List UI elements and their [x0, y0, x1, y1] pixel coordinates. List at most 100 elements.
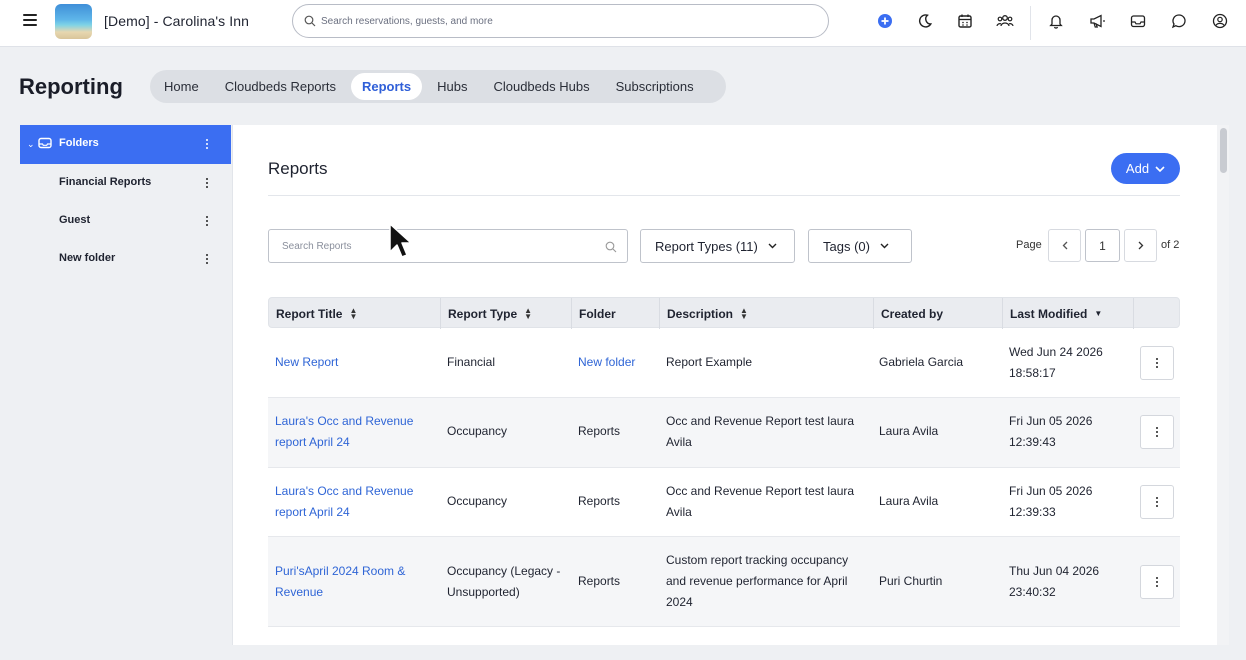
sidebar-item-label: New folder: [59, 252, 116, 264]
report-description: Occ and Revenue Report test laura Avila: [666, 414, 855, 449]
page-title: Reporting: [19, 74, 123, 99]
megaphone-icon[interactable]: [1088, 12, 1106, 30]
report-title-link[interactable]: Laura's Occ and Revenue report April 24: [275, 411, 413, 453]
tab-hubs[interactable]: Hubs: [426, 73, 478, 100]
add-circle-icon[interactable]: [876, 12, 894, 30]
report-title-link[interactable]: Laura's Occ and Revenue report April 24: [275, 481, 413, 523]
global-search[interactable]: [292, 4, 829, 38]
row-actions-button[interactable]: [1140, 485, 1174, 519]
row-actions-button[interactable]: [1140, 346, 1174, 380]
column-header-type[interactable]: Report Type ▲ ▼: [441, 298, 572, 329]
add-button-label: Add: [1125, 161, 1150, 176]
column-header-title[interactable]: Report Title ▲ ▼: [269, 298, 441, 329]
inbox-icon[interactable]: [1129, 12, 1147, 30]
folders-root-label: Folders: [59, 137, 99, 149]
page-number-input[interactable]: 1: [1085, 229, 1120, 262]
report-created-by: Gabriela Garcia: [879, 355, 964, 369]
sort-icon[interactable]: ▲ ▼: [349, 306, 357, 320]
prev-page-button[interactable]: [1048, 229, 1081, 262]
mouse-cursor-icon: [389, 223, 412, 258]
sidebar-item-new-folder[interactable]: New folder: [20, 240, 231, 278]
folder-more-icon[interactable]: [202, 214, 212, 228]
top-bar: [Demo] - Carolina's Inn: [0, 0, 1246, 47]
next-page-button[interactable]: [1124, 229, 1157, 262]
tab-subscriptions[interactable]: Subscriptions: [605, 73, 705, 100]
chat-icon[interactable]: [1170, 12, 1188, 30]
report-created-by: Laura Avila: [879, 424, 939, 438]
report-last-modified: Fri Jun 05 2026 12:39:33: [1009, 484, 1093, 519]
row-actions-button[interactable]: [1140, 565, 1174, 599]
toolbar-divider: [1030, 6, 1031, 40]
tags-dropdown[interactable]: Tags (0): [808, 229, 912, 263]
search-icon: [304, 15, 316, 27]
folders-sidebar: ⌄ Folders Financial Reports Guest New fo…: [20, 125, 231, 645]
chevron-down-icon[interactable]: ⌄: [27, 139, 35, 150]
reports-search-input[interactable]: [282, 239, 602, 253]
moon-icon[interactable]: [916, 12, 934, 30]
report-type: Occupancy (Legacy - Unsupported): [447, 564, 561, 599]
report-description: Occ and Revenue Report test laura Avila: [666, 484, 855, 519]
chevron-left-icon: [1062, 241, 1067, 250]
more-vertical-icon: [1152, 356, 1162, 370]
folder-icon: [38, 137, 52, 149]
table-row: Laura's Occ and Revenue report April 24 O…: [268, 468, 1180, 537]
column-header-folder: Folder: [572, 298, 660, 329]
page-label: Page: [1016, 239, 1042, 251]
table-row: Puri'sApril 2024 Room & Revenue Occupancy…: [268, 537, 1180, 627]
sidebar-item-financial-reports[interactable]: Financial Reports: [20, 164, 231, 202]
global-search-input[interactable]: [321, 13, 811, 29]
search-icon: [605, 241, 617, 253]
users-icon[interactable]: [996, 12, 1014, 30]
chevron-down-icon: [1155, 165, 1165, 172]
tab-home[interactable]: Home: [153, 73, 210, 100]
report-created-by: Puri Churtin: [879, 574, 943, 588]
reporting-tabs: Home Cloudbeds Reports Reports Hubs Clou…: [150, 70, 726, 103]
table-header: Report Title ▲ ▼ Report Type ▲ ▼ Folder De…: [268, 297, 1180, 329]
property-name[interactable]: [Demo] - Carolina's Inn: [104, 13, 249, 29]
calendar-icon[interactable]: [956, 12, 974, 30]
report-folder-link[interactable]: New folder: [578, 352, 635, 373]
bell-icon[interactable]: [1047, 12, 1065, 30]
column-header-last-modified[interactable]: Last Modified ▼: [1003, 298, 1134, 329]
report-types-label: Report Types (11): [655, 238, 758, 254]
folders-more-icon[interactable]: [202, 137, 212, 151]
menu-icon[interactable]: [23, 14, 37, 26]
report-folder: Reports: [578, 424, 621, 438]
more-vertical-icon: [1152, 575, 1162, 589]
tags-label: Tags (0): [823, 238, 870, 254]
tab-cloudbeds-hubs[interactable]: Cloudbeds Hubs: [482, 73, 600, 100]
page-total: of 2: [1161, 239, 1180, 251]
sort-icon[interactable]: ▲ ▼: [740, 306, 748, 320]
sort-icon[interactable]: ▲ ▼: [524, 306, 532, 320]
reports-heading: Reports: [268, 159, 328, 178]
row-actions-button[interactable]: [1140, 415, 1174, 449]
add-button[interactable]: Add: [1111, 153, 1180, 184]
scrollbar-track[interactable]: [1217, 125, 1229, 645]
more-vertical-icon: [1152, 425, 1162, 439]
column-header-description[interactable]: Description ▲ ▼: [660, 298, 874, 329]
sidebar-item-guest[interactable]: Guest: [20, 202, 231, 240]
folders-root[interactable]: ⌄ Folders: [20, 125, 231, 164]
report-title-link[interactable]: Puri'sApril 2024 Room & Revenue: [275, 561, 405, 603]
report-description: Custom report tracking occupancy and reve…: [666, 553, 849, 609]
more-vertical-icon: [1152, 495, 1162, 509]
folder-more-icon[interactable]: [202, 176, 212, 190]
report-types-dropdown[interactable]: Report Types (11): [640, 229, 795, 263]
sidebar-item-label: Financial Reports: [59, 176, 152, 188]
sort-desc-icon[interactable]: ▼: [1094, 309, 1102, 318]
tab-reports[interactable]: Reports: [350, 73, 423, 100]
report-title-link[interactable]: New Report: [275, 352, 338, 373]
report-folder: Reports: [578, 494, 621, 508]
reports-search[interactable]: [268, 229, 628, 263]
account-icon[interactable]: [1211, 12, 1229, 30]
tab-cloudbeds-reports[interactable]: Cloudbeds Reports: [214, 73, 347, 100]
folder-more-icon[interactable]: [202, 252, 212, 266]
column-header-created-by: Created by: [874, 298, 1003, 329]
property-logo[interactable]: [55, 4, 92, 39]
report-last-modified: Wed Jun 24 2026 18:58:17: [1009, 345, 1103, 380]
scrollbar-thumb[interactable]: [1220, 128, 1227, 173]
report-last-modified: Fri Jun 05 2026 12:39:43: [1009, 414, 1093, 449]
sidebar-item-label: Guest: [59, 214, 91, 226]
report-type: Financial: [447, 355, 496, 369]
report-folder: Reports: [578, 574, 621, 588]
